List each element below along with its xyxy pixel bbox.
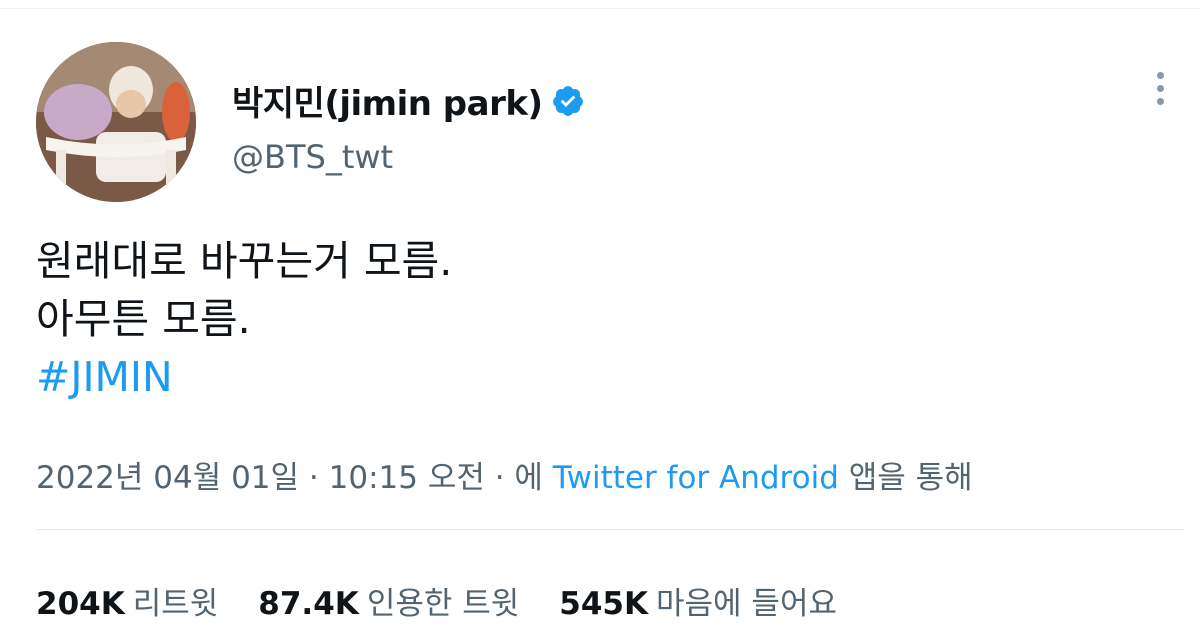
- quote-count: 87.4K: [258, 586, 359, 622]
- user-handle[interactable]: @BTS_twt: [232, 138, 393, 176]
- more-options-icon[interactable]: [1150, 72, 1170, 112]
- avatar-photo: [36, 42, 196, 202]
- more-dot: [1156, 85, 1164, 92]
- meta-separator: ·: [484, 460, 515, 496]
- retweet-label: 리트윗: [132, 586, 219, 622]
- more-dot: [1156, 98, 1164, 105]
- tweet-meta: 2022년 04월 01일 · 10:15 오전 · 에 Twitter for…: [36, 452, 973, 497]
- tweet-stats: 204K 리트윗 87.4K 인용한 트윗 545K 마음에 들어요: [36, 578, 837, 623]
- retweet-count: 204K: [36, 586, 125, 622]
- tweet-line: 아무튼 모름.: [36, 295, 251, 343]
- retweets-stat[interactable]: 204K 리트윗: [36, 578, 218, 623]
- like-label: 마음에 들어요: [656, 586, 837, 622]
- hashtag-link[interactable]: #JIMIN: [36, 348, 452, 406]
- tweet-line: 원래대로 바꾸는거 모름.: [36, 237, 453, 285]
- display-name-text: 박지민(jimin park): [232, 84, 543, 124]
- likes-stat[interactable]: 545K 마음에 들어요: [559, 578, 837, 623]
- tweet-text: 원래대로 바꾸는거 모름. 아무튼 모름. #JIMIN: [36, 232, 452, 406]
- top-divider: [0, 8, 1200, 9]
- via-prefix: 에: [514, 460, 553, 496]
- like-count: 545K: [559, 586, 649, 622]
- tweet-time[interactable]: 10:15 오전: [329, 460, 485, 496]
- display-name[interactable]: 박지민(jimin park): [232, 76, 585, 125]
- stats-divider: [36, 529, 1184, 530]
- source-app-link[interactable]: Twitter for Android: [553, 460, 839, 496]
- verified-badge-icon: [552, 85, 583, 116]
- meta-separator: ·: [299, 460, 329, 496]
- tweet-date[interactable]: 2022년 04월 01일: [36, 460, 299, 496]
- quote-tweets-stat[interactable]: 87.4K 인용한 트윗: [258, 578, 519, 623]
- more-dot: [1156, 72, 1164, 79]
- via-suffix: 앱을 통해: [838, 460, 973, 496]
- quote-label: 인용한 트윗: [366, 586, 520, 622]
- avatar[interactable]: [36, 42, 196, 202]
